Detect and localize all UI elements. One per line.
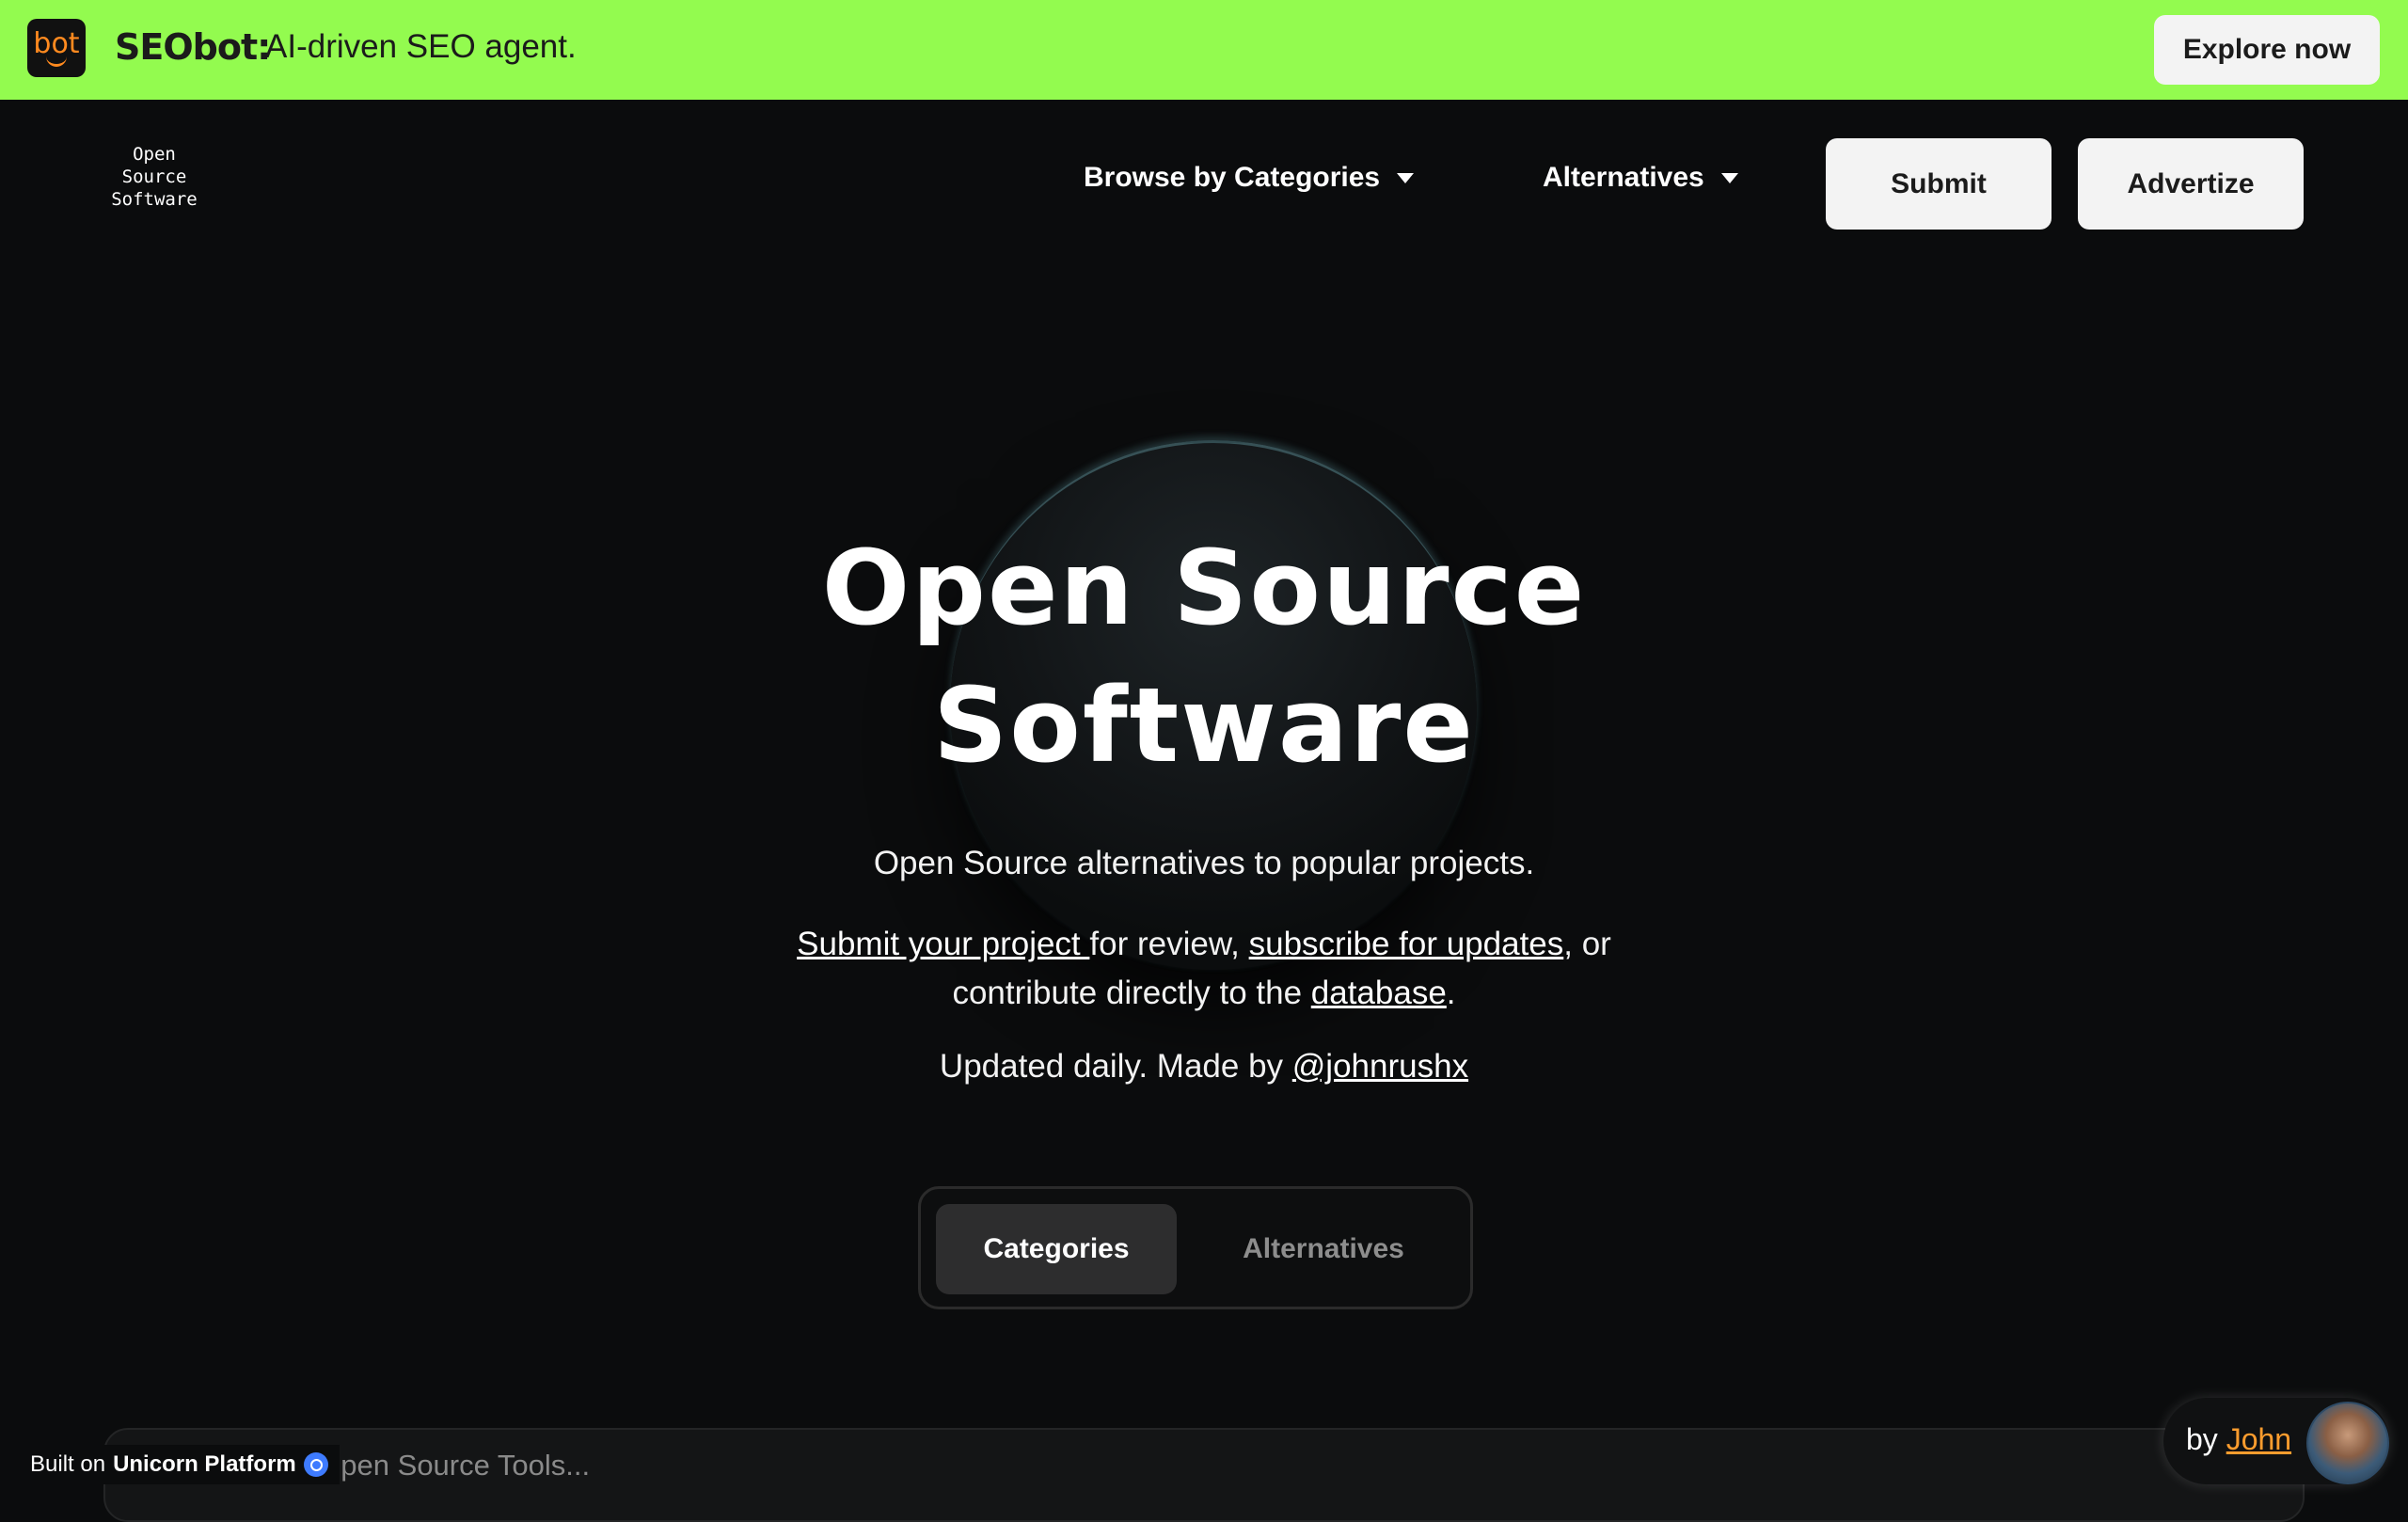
updated-text: Updated daily. Made by	[939, 1048, 1292, 1085]
advertize-button[interactable]: Advertize	[2078, 138, 2304, 230]
view-toggle: Categories Alternatives	[918, 1186, 1473, 1309]
nav-browse-categories[interactable]: Browse by Categories	[1084, 162, 1415, 194]
site-logo-line: Source	[121, 166, 187, 187]
unicorn-platform-icon	[303, 1452, 328, 1477]
seobot-logo-text: bot	[33, 26, 80, 60]
banner-tagline: AI-driven SEO agent.	[265, 28, 577, 65]
hero-subtitle: Open Source alternatives to popular proj…	[873, 845, 1535, 881]
site-logo-line: Software	[111, 189, 198, 210]
seobot-logo[interactable]: bot	[27, 19, 86, 77]
promo-banner: bot SEObot: AI-driven SEO agent. Explore…	[0, 0, 2408, 100]
nav-browse-label: Browse by Categories	[1084, 162, 1381, 193]
site-logo[interactable]: Open Source Software	[102, 143, 207, 211]
tab-categories[interactable]: Categories	[936, 1204, 1177, 1294]
hero-text: .	[1446, 975, 1456, 1011]
nav-alternatives[interactable]: Alternatives	[1543, 162, 1738, 194]
built-on-badge[interactable]: Built on Unicorn Platform	[19, 1445, 340, 1484]
hero-description: Submit your project for review, subscrib…	[734, 920, 1674, 1018]
author-link[interactable]: John	[2226, 1422, 2291, 1456]
nav-alternatives-label: Alternatives	[1543, 162, 1704, 193]
smile-icon	[46, 56, 67, 67]
submit-button[interactable]: Submit	[1826, 138, 2052, 230]
explore-now-button[interactable]: Explore now	[2154, 15, 2380, 85]
hero-title-line: Software	[933, 665, 1475, 785]
site-logo-line: Open	[133, 144, 176, 165]
by-john-text: by John	[2186, 1422, 2291, 1457]
hero-updated: Updated daily. Made by @johnrushx	[0, 1048, 2408, 1086]
submit-project-link[interactable]: Submit your project	[797, 926, 1089, 962]
caret-down-icon	[1397, 172, 1415, 183]
hero-title: Open Source Software	[0, 519, 2408, 794]
by-john-badge[interactable]: by John	[2163, 1398, 2389, 1484]
tab-alternatives[interactable]: Alternatives	[1203, 1204, 1444, 1294]
banner-brand: SEObot:	[115, 26, 271, 68]
caret-down-icon	[1720, 172, 1738, 183]
hero-text: for review,	[1089, 926, 1249, 962]
database-link[interactable]: database	[1311, 975, 1447, 1011]
author-handle-link[interactable]: @johnrushx	[1292, 1048, 1468, 1085]
platform-name: Unicorn Platform	[113, 1451, 296, 1477]
subscribe-link[interactable]: subscribe for updates	[1249, 926, 1564, 962]
hero-title-line: Open Source	[821, 528, 1587, 648]
avatar[interactable]	[2306, 1402, 2389, 1484]
built-on-label: Built on	[30, 1451, 106, 1477]
by-label: by	[2186, 1422, 2226, 1456]
